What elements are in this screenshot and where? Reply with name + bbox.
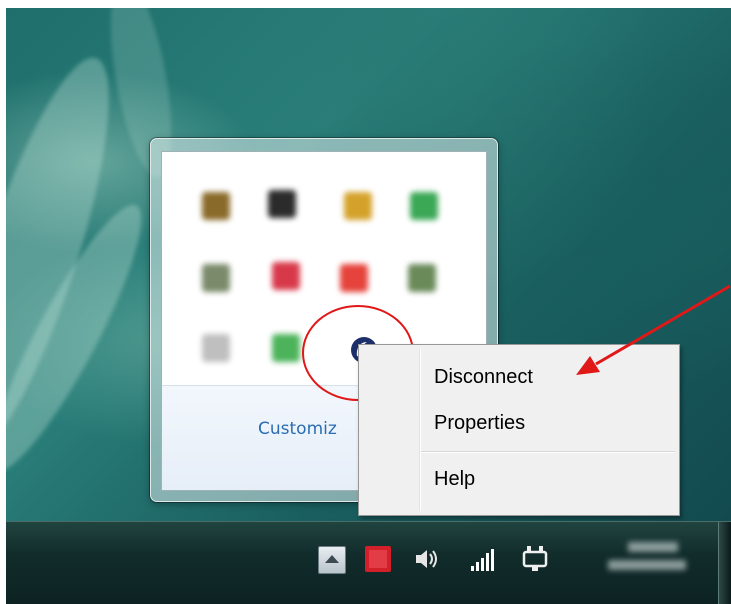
- power-plug-icon[interactable]: [521, 542, 551, 574]
- tray-app-icon[interactable]: [202, 192, 230, 220]
- flag-icon[interactable]: [202, 334, 230, 362]
- tray-app-icon[interactable]: [344, 192, 372, 220]
- taskbar: [6, 521, 731, 604]
- show-hidden-icons-button[interactable]: [318, 546, 346, 574]
- customize-link[interactable]: Customiz: [258, 419, 337, 439]
- menu-item-help[interactable]: Help: [359, 457, 679, 503]
- tray-app-icon[interactable]: [272, 262, 300, 290]
- tray-app-icon[interactable]: [272, 334, 300, 362]
- context-menu: Disconnect Properties Help: [358, 344, 680, 516]
- tray-app-icon[interactable]: [202, 264, 230, 292]
- red-app-tray-icon[interactable]: [363, 544, 393, 574]
- show-desktop-button[interactable]: [718, 522, 731, 604]
- menu-item-properties[interactable]: Properties: [359, 401, 679, 447]
- taskbar-clock[interactable]: [598, 534, 696, 590]
- tray-app-icon[interactable]: [410, 192, 438, 220]
- signal-strength-icon[interactable]: [468, 546, 498, 574]
- tray-app-icon[interactable]: [268, 190, 296, 218]
- tray-app-icon[interactable]: [340, 264, 368, 292]
- menu-item-disconnect[interactable]: Disconnect: [359, 355, 679, 401]
- menu-separator: [421, 451, 675, 453]
- speaker-icon[interactable]: [411, 544, 441, 574]
- tray-app-icon[interactable]: [408, 264, 436, 292]
